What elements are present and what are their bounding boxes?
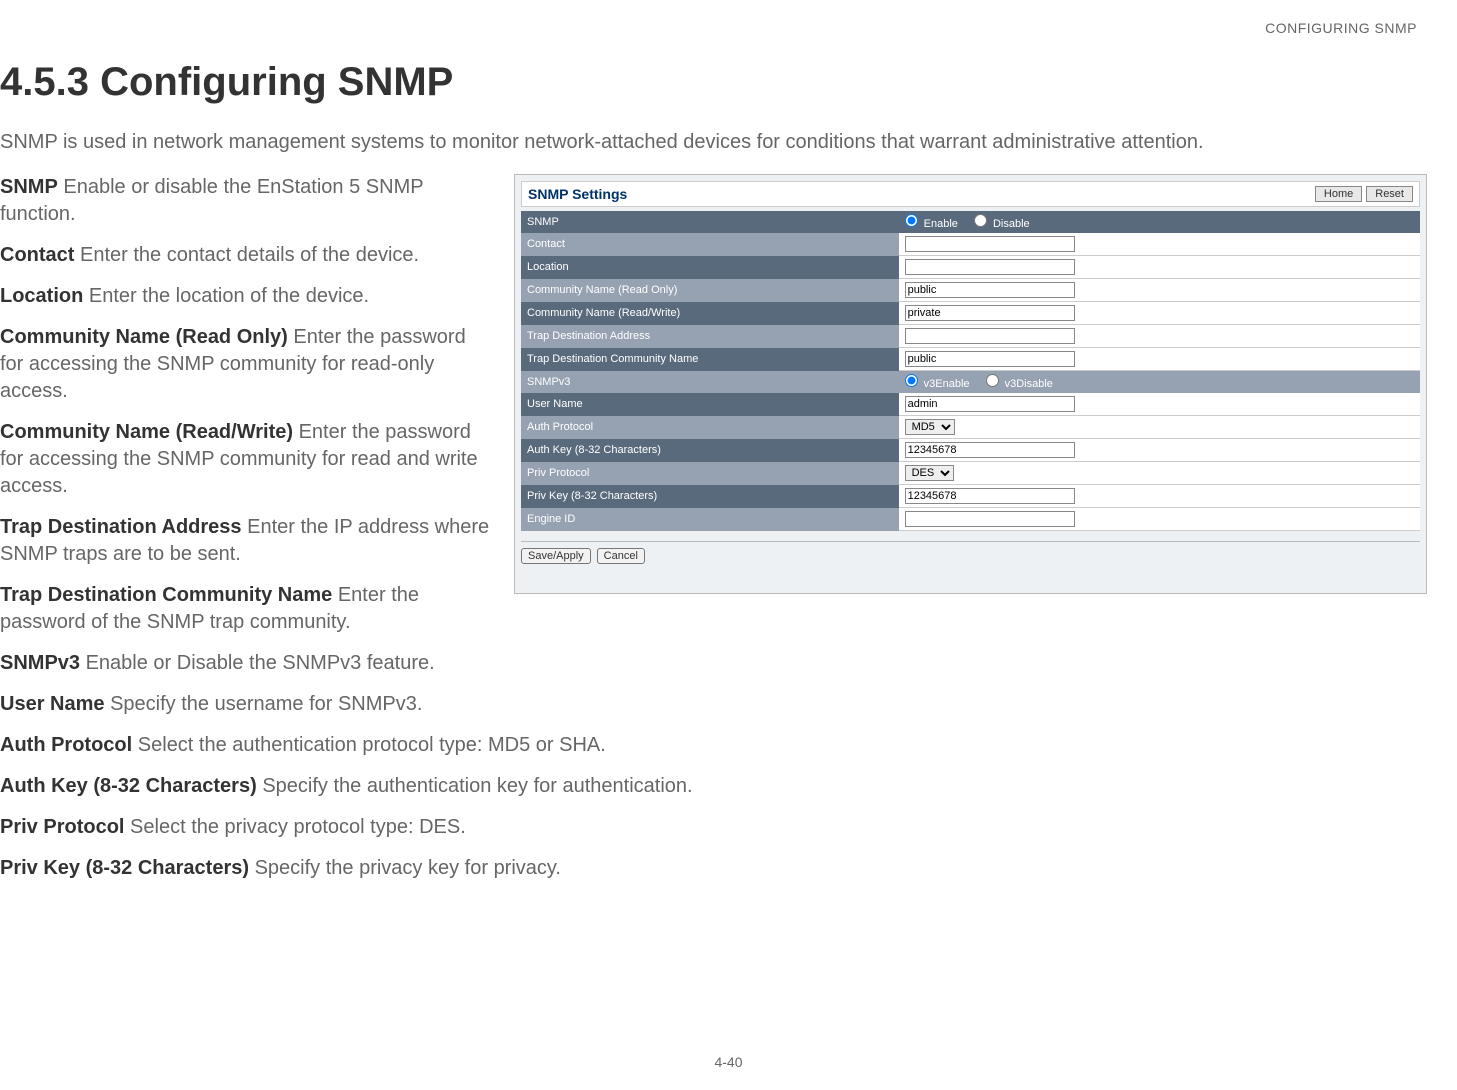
row-label: Community Name (Read/Write) <box>521 302 899 325</box>
row-label: Engine ID <box>521 508 899 531</box>
def-item: SNMPv3 Enable or Disable the SNMPv3 feat… <box>0 650 490 677</box>
row-label: Trap Destination Community Name <box>521 348 899 371</box>
def-item: Priv Key (8-32 Characters) Specify the p… <box>0 855 1457 882</box>
settings-table: SNMP Enable Disable Contact Location Com… <box>521 211 1420 531</box>
home-button[interactable]: Home <box>1315 186 1362 202</box>
definition-list-full: Auth Protocol Select the authentication … <box>0 732 1457 882</box>
snmp-settings-panel: SNMP Settings Home Reset SNMP Enable Dis… <box>514 174 1427 594</box>
row-label: Community Name (Read Only) <box>521 279 899 302</box>
snmpv3-enable-radio[interactable]: v3Enable <box>905 374 970 390</box>
def-item: Trap Destination Address Enter the IP ad… <box>0 514 490 568</box>
def-item: Contact Enter the contact details of the… <box>0 242 490 269</box>
running-header: CONFIGURING SNMP <box>1265 20 1417 36</box>
row-label: Contact <box>521 233 899 256</box>
def-item: Trap Destination Community Name Enter th… <box>0 582 490 636</box>
def-item: Community Name (Read/Write) Enter the pa… <box>0 419 490 500</box>
def-item: Community Name (Read Only) Enter the pas… <box>0 324 490 405</box>
cancel-button[interactable]: Cancel <box>597 548 645 564</box>
panel-footer: Save/Apply Cancel <box>521 541 1420 564</box>
def-item: User Name Specify the username for SNMPv… <box>0 691 490 718</box>
priv-protocol-select[interactable]: DES <box>905 465 954 481</box>
panel-title: SNMP Settings <box>528 186 627 202</box>
save-apply-button[interactable]: Save/Apply <box>521 548 591 564</box>
def-item: SNMP Enable or disable the EnStation 5 S… <box>0 174 490 228</box>
contact-input[interactable] <box>905 236 1075 252</box>
priv-key-input[interactable] <box>905 488 1075 504</box>
auth-protocol-select[interactable]: MD5 <box>905 419 955 435</box>
page-number: 4-40 <box>0 1054 1457 1070</box>
row-label: Auth Protocol <box>521 416 899 439</box>
trap-address-input[interactable] <box>905 328 1075 344</box>
auth-key-input[interactable] <box>905 442 1075 458</box>
trap-community-input[interactable] <box>905 351 1075 367</box>
row-label: User Name <box>521 393 899 416</box>
row-label: Priv Protocol <box>521 462 899 485</box>
page-title: 4.5.3 Configuring SNMP <box>0 60 1457 105</box>
engine-id-input[interactable] <box>905 511 1075 527</box>
def-item: Location Enter the location of the devic… <box>0 283 490 310</box>
definition-list-left: SNMP Enable or disable the EnStation 5 S… <box>0 174 490 732</box>
panel-header: SNMP Settings Home Reset <box>521 181 1420 207</box>
row-label: Location <box>521 256 899 279</box>
def-item: Priv Protocol Select the privacy protoco… <box>0 814 1457 841</box>
row-label: Priv Key (8-32 Characters) <box>521 485 899 508</box>
def-item: Auth Key (8-32 Characters) Specify the a… <box>0 773 1457 800</box>
snmp-disable-radio[interactable]: Disable <box>974 214 1030 230</box>
row-label: Trap Destination Address <box>521 325 899 348</box>
reset-button[interactable]: Reset <box>1366 186 1413 202</box>
intro-paragraph: SNMP is used in network management syste… <box>0 129 1457 156</box>
def-item: Auth Protocol Select the authentication … <box>0 732 1457 759</box>
row-label: SNMPv3 <box>521 371 899 394</box>
location-input[interactable] <box>905 259 1075 275</box>
snmp-enable-radio[interactable]: Enable <box>905 214 958 230</box>
community-readwrite-input[interactable] <box>905 305 1075 321</box>
community-readonly-input[interactable] <box>905 282 1075 298</box>
row-label: SNMP <box>521 211 899 233</box>
username-input[interactable] <box>905 396 1075 412</box>
row-label: Auth Key (8-32 Characters) <box>521 439 899 462</box>
snmpv3-disable-radio[interactable]: v3Disable <box>986 374 1053 390</box>
